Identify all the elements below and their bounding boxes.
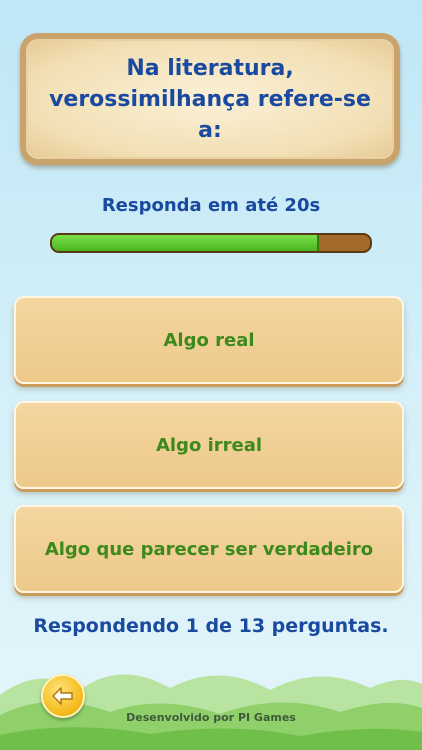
timer-label: Responda em até 20s [101, 195, 321, 216]
arrow-left-icon [52, 687, 73, 705]
answer-button-2[interactable]: Algo irreal [14, 401, 404, 489]
timer-bar [50, 233, 372, 253]
credits-text: Desenvolvido por PI Games [126, 711, 296, 724]
question-progress: Respondendo 1 de 13 perguntas. [33, 615, 389, 637]
question-line-2: verossimilhança refere-se a: [49, 86, 371, 143]
question-text: Na literatura, verossimilhança refere-se… [26, 53, 394, 146]
answer-button-3[interactable]: Algo que parecer ser verdadeiro [14, 505, 404, 593]
answer-button-1[interactable]: Algo real [14, 296, 404, 384]
question-line-1: Na literatura, [126, 55, 294, 81]
question-board: Na literatura, verossimilhança refere-se… [20, 33, 400, 165]
timer-bar-fill [52, 235, 320, 251]
